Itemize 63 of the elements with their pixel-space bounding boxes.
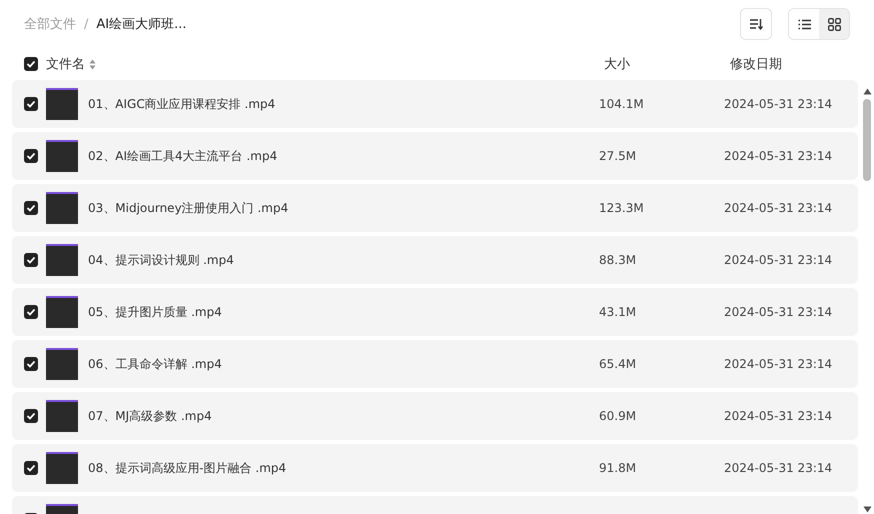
video-thumbnail <box>46 192 78 224</box>
scrollbar-thumb[interactable] <box>863 99 871 181</box>
column-header: 修改日期 <box>730 56 782 73</box>
file-size: 88.3M <box>599 253 638 267</box>
file-name: 07、MJ高级参数 .mp4 <box>88 408 213 424</box>
breadcrumb-separator: / <box>84 16 88 32</box>
file-row[interactable]: 04、提示词设计规则 .mp4 88.3M 2024-05-31 23:14 <box>12 236 858 284</box>
file-row[interactable]: 07、MJ高级参数 .mp4 60.9M 2024-05-31 23:14 <box>12 392 858 440</box>
file-name: 08、提示词高级应用-图片融合 .mp4 <box>88 460 288 476</box>
file-size: 27.5M <box>599 149 638 163</box>
file-row[interactable]: 03、Midjourney注册使用入门 .mp4 123.3M 2024-05-31 23:14 <box>12 184 858 232</box>
file-name: 03、Midjourney注册使用入门 .mp4 <box>88 200 290 216</box>
file-size: 91.8M <box>599 461 638 475</box>
list-icon <box>798 18 810 30</box>
row-checkbox[interactable] <box>24 305 38 319</box>
breadcrumb-item: AI绘画大师班... <box>96 16 187 33</box>
file-name: 02、AI绘画工具4大主流平台 .mp4 <box>88 148 278 164</box>
file-size: 60.9M <box>599 409 638 423</box>
file-row[interactable]: 08、提示词高级应用-图片融合 .mp4 91.8M 2024-05-31 23:14 <box>12 444 858 492</box>
grid-icon <box>828 18 840 30</box>
file-size: 65.4M <box>599 357 638 371</box>
video-thumbnail <box>46 244 78 276</box>
modified-date: 2024-05-31 23:14 <box>724 409 832 423</box>
file-row[interactable]: 05、提升图片质量 .mp4 43.1M 2024-05-31 23:14 <box>12 288 858 336</box>
video-thumbnail <box>46 400 78 432</box>
modified-date: 2024-05-31 23:14 <box>724 201 832 215</box>
modified-date: 2024-05-31 23:14 <box>724 305 832 319</box>
row-checkbox[interactable] <box>24 461 38 475</box>
file-size: 104.1M <box>599 97 645 111</box>
video-thumbnail <box>46 296 78 328</box>
file-name: 04、提示词设计规则 .mp4 <box>88 252 235 268</box>
file-name: 05、提升图片质量 .mp4 <box>88 304 223 320</box>
select-all-checkbox[interactable] <box>24 57 38 71</box>
file-size: 123.3M <box>599 201 645 215</box>
sort-icon <box>749 18 763 30</box>
row-checkbox[interactable] <box>24 409 38 423</box>
sort-arrows-icon[interactable] <box>89 58 96 70</box>
modified-date: 2024-05-31 23:14 <box>724 97 832 111</box>
row-checkbox[interactable] <box>24 201 38 215</box>
row-checkbox[interactable] <box>24 97 38 111</box>
sort-button[interactable] <box>740 8 772 40</box>
scroll-up-icon[interactable] <box>862 88 872 95</box>
scroll-down-icon[interactable] <box>862 506 872 513</box>
column-header: 大小 <box>604 56 631 73</box>
file-size: 43.1M <box>599 305 638 319</box>
file-name: 01、AIGC商业应用课程安排 .mp4 <box>88 96 276 112</box>
row-checkbox[interactable] <box>24 149 38 163</box>
file-row[interactable]: 01、AIGC商业应用课程安排 .mp4 104.1M 2024-05-31 23:14 <box>12 80 858 128</box>
file-row[interactable]: 06、工具命令详解 .mp4 65.4M 2024-05-31 23:14 <box>12 340 858 388</box>
video-thumbnail <box>46 348 78 380</box>
row-checkbox[interactable] <box>24 357 38 371</box>
video-thumbnail <box>46 88 78 120</box>
modified-date: 2024-05-31 23:14 <box>724 149 832 163</box>
video-thumbnail <box>46 452 78 484</box>
file-name: 06、工具命令详解 .mp4 <box>88 356 223 372</box>
video-thumbnail <box>46 140 78 172</box>
modified-date: 2024-05-31 23:14 <box>724 357 832 371</box>
column-header[interactable]: 文件名 <box>46 55 85 73</box>
modified-date: 2024-05-31 23:14 <box>724 461 832 475</box>
row-checkbox[interactable] <box>24 253 38 267</box>
grid-view-button[interactable] <box>819 9 849 39</box>
file-row[interactable]: 02、AI绘画工具4大主流平台 .mp4 27.5M 2024-05-31 23:14 <box>12 132 858 180</box>
modified-date: 2024-05-31 23:14 <box>724 253 832 267</box>
